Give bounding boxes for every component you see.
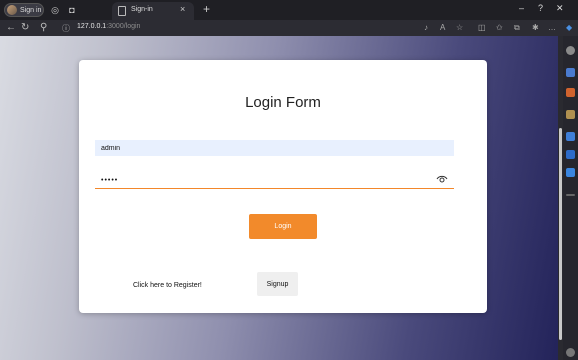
sidebar-divider <box>566 194 575 196</box>
sidebar-send-icon[interactable] <box>566 168 575 177</box>
copilot-icon[interactable]: ◆ <box>566 23 572 32</box>
sidebar-games-icon[interactable] <box>566 132 575 141</box>
scrollbar-thumb[interactable] <box>559 128 562 340</box>
avatar <box>7 5 17 15</box>
sidebar-shopping-icon[interactable] <box>566 88 575 97</box>
close-window-icon[interactable]: ✕ <box>556 3 564 14</box>
url-field[interactable]: 127.0.0.1:3000/login <box>77 23 140 30</box>
login-card: Login Form Login Click here to Register!… <box>79 60 487 313</box>
minimize-icon[interactable]: – <box>519 3 524 13</box>
close-tab-icon[interactable]: × <box>180 4 185 14</box>
sidebar-discover-icon[interactable] <box>566 68 575 77</box>
tab-actions-icon[interactable]: ◘ <box>66 4 78 16</box>
sidebar-search-icon[interactable] <box>566 46 575 55</box>
immersive-reader-icon[interactable]: A <box>440 23 445 32</box>
sidebar-settings-icon[interactable] <box>566 348 575 357</box>
search-icon[interactable]: ⚲ <box>40 22 47 33</box>
profile-label: Sign in <box>20 7 42 14</box>
edge-sidebar <box>563 36 578 360</box>
username-input[interactable] <box>95 140 454 156</box>
new-tab-button[interactable]: + <box>203 2 210 16</box>
login-button[interactable]: Login <box>249 214 317 239</box>
sidebar-tools-icon[interactable] <box>566 110 575 119</box>
refresh-icon[interactable]: ↻ <box>21 22 29 33</box>
sidebar-outlook-icon[interactable] <box>566 150 575 159</box>
split-screen-icon[interactable]: ◫ <box>478 23 486 32</box>
eye-icon[interactable] <box>436 174 448 184</box>
extensions-icon[interactable]: ✱ <box>532 23 539 32</box>
more-menu-icon[interactable]: … <box>548 23 556 32</box>
favorite-star-icon[interactable]: ☆ <box>456 23 463 32</box>
register-link[interactable]: Click here to Register! <box>133 282 202 289</box>
profile-button[interactable]: Sign in <box>4 3 44 17</box>
address-bar: ← ↻ ⚲ ⓘ 127.0.0.1:3000/login ♪ A ☆ ◫ ✩ ⧉… <box>0 20 578 36</box>
browser-tab-bar: Sign in ◎ ◘ Sign-in × + – ? ✕ <box>0 0 578 20</box>
url-host: 127.0.0.1 <box>77 23 107 30</box>
page-background: Login Form Login Click here to Register!… <box>0 36 558 360</box>
read-aloud-icon[interactable]: ♪ <box>424 23 428 32</box>
signup-button[interactable]: Signup <box>257 272 298 296</box>
password-input[interactable] <box>95 172 454 189</box>
workspaces-icon[interactable]: ◎ <box>49 4 61 16</box>
favorites-icon[interactable]: ✩ <box>496 23 503 32</box>
tab-title: Sign-in <box>131 6 153 13</box>
help-icon[interactable]: ? <box>538 3 543 13</box>
tab-sign-in[interactable]: Sign-in × <box>112 2 194 20</box>
site-info-icon[interactable]: ⓘ <box>62 23 70 34</box>
collections-icon[interactable]: ⧉ <box>514 23 520 33</box>
page-icon <box>118 6 126 16</box>
back-arrow-icon[interactable]: ← <box>6 22 16 33</box>
url-path: :3000/login <box>106 23 141 30</box>
page-title: Login Form <box>245 94 321 111</box>
